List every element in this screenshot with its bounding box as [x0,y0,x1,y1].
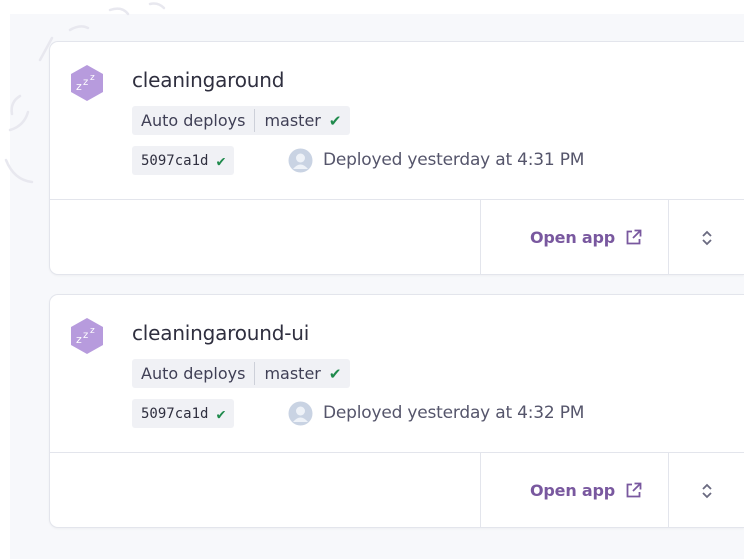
svg-text:z: z [83,77,88,88]
app-card-header: z z z cleaningaround-ui Auto deploys mas… [50,295,744,452]
app-name-link[interactable]: cleaningaround-ui [132,321,309,345]
sleeping-dyno-icon: z z z [71,318,103,354]
commit-hash: 5097ca1d [141,405,209,422]
external-link-icon [626,482,642,498]
check-icon: ✔ [328,111,342,130]
branch-segment: master ✔ [255,106,350,135]
open-app-label: Open app [530,481,615,500]
auto-deploy-label: Auto deploys [141,111,246,130]
expand-button[interactable] [668,453,744,528]
branch-segment: master ✔ [255,359,350,388]
commit-tag[interactable]: 5097ca1d ✔ [132,146,235,175]
svg-text:z: z [76,333,82,346]
check-icon: ✔ [216,151,226,170]
app-name-link[interactable]: cleaningaround [132,68,284,92]
app-card-actions: Open app [50,452,744,528]
sleeping-dyno-icon: z z z [71,65,103,101]
chevron-up-down-icon [702,483,712,498]
app-card[interactable]: z z z cleaningaround Auto deploys master… [49,41,744,275]
open-app-label: Open app [530,228,615,247]
external-link-icon [626,229,642,245]
commit-hash: 5097ca1d [141,152,209,169]
open-app-button[interactable]: Open app [480,453,668,528]
open-app-button[interactable]: Open app [480,200,668,275]
app-card-header: z z z cleaningaround Auto deploys master… [50,42,744,199]
check-icon: ✔ [216,404,226,423]
commit-tag[interactable]: 5097ca1d ✔ [132,399,235,428]
auto-deploy-label: Auto deploys [141,364,246,383]
svg-text:z: z [76,80,82,93]
branch-name: master [264,111,321,130]
deploy-status-text: Deployed yesterday at 4:32 PM [323,403,585,423]
auto-deploy-tag: Auto deploys master ✔ [132,106,351,135]
branch-name: master [264,364,321,383]
svg-text:z: z [90,326,95,336]
check-icon: ✔ [328,364,342,383]
user-avatar [288,148,313,173]
app-card-actions: Open app [50,199,744,275]
auto-deploy-tag: Auto deploys master ✔ [132,359,351,388]
app-card[interactable]: z z z cleaningaround-ui Auto deploys mas… [49,294,744,528]
user-avatar [288,401,313,426]
chevron-up-down-icon [702,230,712,245]
expand-button[interactable] [668,200,744,275]
deploy-status-text: Deployed yesterday at 4:31 PM [323,150,585,170]
svg-text:z: z [83,330,88,341]
svg-text:z: z [90,73,95,83]
